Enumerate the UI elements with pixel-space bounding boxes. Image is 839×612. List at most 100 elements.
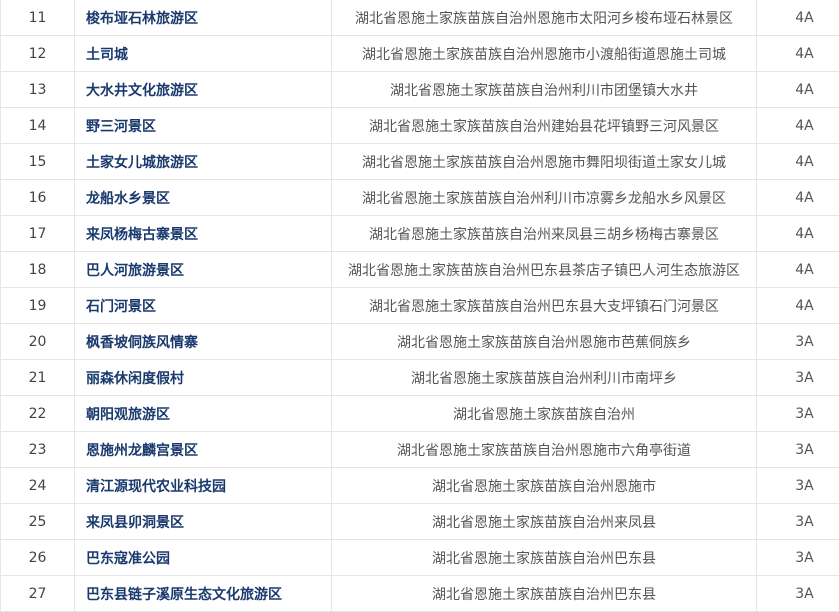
row-number: 16	[1, 180, 75, 216]
grade-cell: 3A	[757, 468, 839, 504]
table-row: 26 巴东寇准公园 湖北省恩施土家族苗族自治州巴东县 3A	[1, 540, 839, 576]
grade-cell: 4A	[757, 144, 839, 180]
scenic-name-cell: 清江源现代农业科技园	[75, 468, 332, 504]
table-row: 15 土家女儿城旅游区 湖北省恩施土家族苗族自治州恩施市舞阳坝街道土家女儿城 4…	[1, 144, 839, 180]
row-number: 27	[1, 576, 75, 612]
row-number: 23	[1, 432, 75, 468]
address-cell: 湖北省恩施土家族苗族自治州利川市南坪乡	[332, 360, 757, 396]
grade-cell: 4A	[757, 72, 839, 108]
scenic-name-link[interactable]: 土家女儿城旅游区	[86, 155, 198, 171]
address-cell: 湖北省恩施土家族苗族自治州来凤县三胡乡杨梅古寨景区	[332, 216, 757, 252]
scenic-name-cell: 石门河景区	[75, 288, 332, 324]
table-row: 13 大水井文化旅游区 湖北省恩施土家族苗族自治州利川市团堡镇大水井 4A	[1, 72, 839, 108]
scenic-name-cell: 朝阳观旅游区	[75, 396, 332, 432]
row-number: 11	[1, 0, 75, 36]
scenic-name-link[interactable]: 枫香坡侗族风情寨	[86, 335, 198, 351]
scenic-name-link[interactable]: 来凤杨梅古寨景区	[86, 227, 198, 243]
row-number: 17	[1, 216, 75, 252]
grade-cell: 3A	[757, 396, 839, 432]
scenic-spot-table: 11 梭布垭石林旅游区 湖北省恩施土家族苗族自治州恩施市太阳河乡梭布垭石林景区 …	[0, 0, 839, 612]
scenic-name-link[interactable]: 朝阳观旅游区	[86, 407, 170, 423]
scenic-name-link[interactable]: 大水井文化旅游区	[86, 83, 198, 99]
table-row: 27 巴东县链子溪原生态文化旅游区 湖北省恩施土家族苗族自治州巴东县 3A	[1, 576, 839, 612]
scenic-name-link[interactable]: 梭布垭石林旅游区	[86, 11, 198, 27]
address-cell: 湖北省恩施土家族苗族自治州巴东县	[332, 576, 757, 612]
scenic-name-cell: 丽森休闲度假村	[75, 360, 332, 396]
scenic-name-cell: 来凤县卯洞景区	[75, 504, 332, 540]
scenic-name-cell: 恩施州龙麟宫景区	[75, 432, 332, 468]
scenic-name-link[interactable]: 龙船水乡景区	[86, 191, 170, 207]
table-row: 22 朝阳观旅游区 湖北省恩施土家族苗族自治州 3A	[1, 396, 839, 432]
grade-cell: 4A	[757, 216, 839, 252]
table-row: 11 梭布垭石林旅游区 湖北省恩施土家族苗族自治州恩施市太阳河乡梭布垭石林景区 …	[1, 0, 839, 36]
address-cell: 湖北省恩施土家族苗族自治州利川市团堡镇大水井	[332, 72, 757, 108]
address-cell: 湖北省恩施土家族苗族自治州建始县花坪镇野三河风景区	[332, 108, 757, 144]
grade-cell: 3A	[757, 360, 839, 396]
table-row: 21 丽森休闲度假村 湖北省恩施土家族苗族自治州利川市南坪乡 3A	[1, 360, 839, 396]
address-cell: 湖北省恩施土家族苗族自治州来凤县	[332, 504, 757, 540]
address-cell: 湖北省恩施土家族苗族自治州恩施市芭蕉侗族乡	[332, 324, 757, 360]
row-number: 15	[1, 144, 75, 180]
scenic-name-cell: 梭布垭石林旅游区	[75, 0, 332, 36]
grade-cell: 4A	[757, 288, 839, 324]
scenic-name-cell: 来凤杨梅古寨景区	[75, 216, 332, 252]
table-row: 14 野三河景区 湖北省恩施土家族苗族自治州建始县花坪镇野三河风景区 4A	[1, 108, 839, 144]
scenic-name-cell: 枫香坡侗族风情寨	[75, 324, 332, 360]
table-row: 16 龙船水乡景区 湖北省恩施土家族苗族自治州利川市凉雾乡龙船水乡风景区 4A	[1, 180, 839, 216]
row-number: 21	[1, 360, 75, 396]
scenic-name-link[interactable]: 恩施州龙麟宫景区	[86, 443, 198, 459]
address-cell: 湖北省恩施土家族苗族自治州巴东县大支坪镇石门河景区	[332, 288, 757, 324]
scenic-name-cell: 龙船水乡景区	[75, 180, 332, 216]
address-cell: 湖北省恩施土家族苗族自治州	[332, 396, 757, 432]
row-number: 24	[1, 468, 75, 504]
address-cell: 湖北省恩施土家族苗族自治州巴东县茶店子镇巴人河生态旅游区	[332, 252, 757, 288]
table-body: 11 梭布垭石林旅游区 湖北省恩施土家族苗族自治州恩施市太阳河乡梭布垭石林景区 …	[1, 0, 839, 612]
scenic-name-link[interactable]: 清江源现代农业科技园	[86, 479, 226, 495]
table-row: 20 枫香坡侗族风情寨 湖北省恩施土家族苗族自治州恩施市芭蕉侗族乡 3A	[1, 324, 839, 360]
table-row: 18 巴人河旅游景区 湖北省恩施土家族苗族自治州巴东县茶店子镇巴人河生态旅游区 …	[1, 252, 839, 288]
table-row: 24 清江源现代农业科技园 湖北省恩施土家族苗族自治州恩施市 3A	[1, 468, 839, 504]
grade-cell: 4A	[757, 108, 839, 144]
address-cell: 湖北省恩施土家族苗族自治州巴东县	[332, 540, 757, 576]
scenic-name-cell: 大水井文化旅游区	[75, 72, 332, 108]
row-number: 19	[1, 288, 75, 324]
address-cell: 湖北省恩施土家族苗族自治州恩施市小渡船街道恩施土司城	[332, 36, 757, 72]
scenic-name-link[interactable]: 来凤县卯洞景区	[86, 515, 184, 531]
row-number: 14	[1, 108, 75, 144]
scenic-name-cell: 土司城	[75, 36, 332, 72]
row-number: 12	[1, 36, 75, 72]
address-cell: 湖北省恩施土家族苗族自治州恩施市太阳河乡梭布垭石林景区	[332, 0, 757, 36]
scenic-name-link[interactable]: 巴东寇准公园	[86, 551, 170, 567]
grade-cell: 3A	[757, 324, 839, 360]
grade-cell: 4A	[757, 36, 839, 72]
row-number: 13	[1, 72, 75, 108]
scenic-name-cell: 野三河景区	[75, 108, 332, 144]
row-number: 26	[1, 540, 75, 576]
table-row: 19 石门河景区 湖北省恩施土家族苗族自治州巴东县大支坪镇石门河景区 4A	[1, 288, 839, 324]
grade-cell: 3A	[757, 432, 839, 468]
scenic-name-link[interactable]: 丽森休闲度假村	[86, 371, 184, 387]
table-row: 23 恩施州龙麟宫景区 湖北省恩施土家族苗族自治州恩施市六角亭街道 3A	[1, 432, 839, 468]
grade-cell: 4A	[757, 180, 839, 216]
table-row: 25 来凤县卯洞景区 湖北省恩施土家族苗族自治州来凤县 3A	[1, 504, 839, 540]
address-cell: 湖北省恩施土家族苗族自治州恩施市六角亭街道	[332, 432, 757, 468]
grade-cell: 3A	[757, 540, 839, 576]
scenic-name-cell: 巴东县链子溪原生态文化旅游区	[75, 576, 332, 612]
scenic-name-cell: 巴东寇准公园	[75, 540, 332, 576]
row-number: 20	[1, 324, 75, 360]
scenic-name-link[interactable]: 石门河景区	[86, 299, 156, 315]
grade-cell: 4A	[757, 252, 839, 288]
grade-cell: 3A	[757, 504, 839, 540]
scenic-name-link[interactable]: 野三河景区	[86, 119, 156, 135]
table-row: 17 来凤杨梅古寨景区 湖北省恩施土家族苗族自治州来凤县三胡乡杨梅古寨景区 4A	[1, 216, 839, 252]
scenic-name-link[interactable]: 巴人河旅游景区	[86, 263, 184, 279]
scenic-name-cell: 巴人河旅游景区	[75, 252, 332, 288]
table-row: 12 土司城 湖北省恩施土家族苗族自治州恩施市小渡船街道恩施土司城 4A	[1, 36, 839, 72]
scenic-name-link[interactable]: 土司城	[86, 47, 128, 63]
row-number: 18	[1, 252, 75, 288]
address-cell: 湖北省恩施土家族苗族自治州恩施市舞阳坝街道土家女儿城	[332, 144, 757, 180]
scenic-name-cell: 土家女儿城旅游区	[75, 144, 332, 180]
row-number: 25	[1, 504, 75, 540]
scenic-name-link[interactable]: 巴东县链子溪原生态文化旅游区	[86, 587, 282, 603]
grade-cell: 3A	[757, 576, 839, 612]
